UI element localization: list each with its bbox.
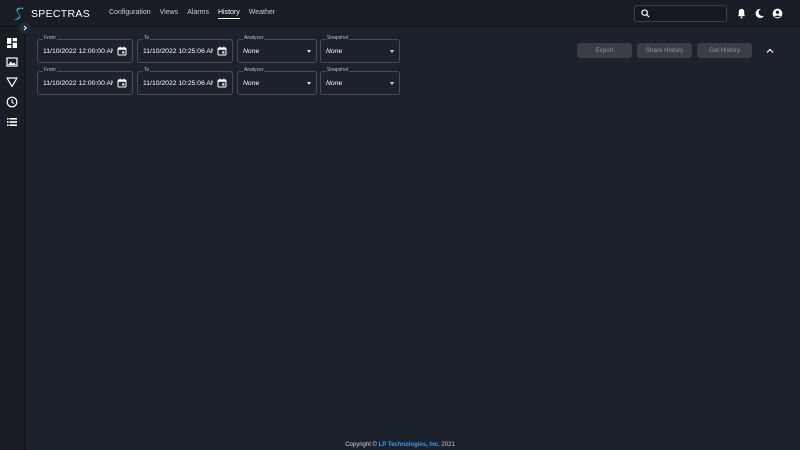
from-value: 11/10/2022 12:00:00 AM bbox=[43, 48, 113, 55]
to-date-field[interactable]: To 11/10/2022 10:25:06 AM bbox=[137, 67, 233, 95]
nav-alarms[interactable]: Alarms bbox=[187, 9, 209, 19]
chevron-right-icon bbox=[23, 25, 28, 31]
to-value: 11/10/2022 10:25:06 AM bbox=[143, 80, 213, 87]
brand-name: SPECTRAS bbox=[31, 7, 90, 20]
calendar-icon[interactable] bbox=[217, 46, 227, 56]
copyright-prefix: Copyright © bbox=[345, 442, 379, 448]
get-history-button[interactable]: Get History bbox=[697, 43, 752, 58]
snapshot-select[interactable]: Snapshot None bbox=[320, 35, 400, 63]
calendar-icon[interactable] bbox=[117, 46, 127, 56]
from-label: From bbox=[43, 35, 57, 41]
from-label: From bbox=[43, 67, 57, 73]
nav-history[interactable]: History bbox=[217, 9, 240, 19]
history-clock-icon[interactable] bbox=[6, 96, 18, 108]
snapshot-value: None bbox=[326, 80, 343, 87]
moon-icon[interactable] bbox=[754, 8, 765, 19]
from-value: 11/10/2022 12:00:00 AM bbox=[43, 80, 113, 87]
sidebar-expand-button[interactable] bbox=[19, 22, 31, 34]
export-button[interactable]: Export bbox=[577, 43, 632, 58]
snapshot-label: Snapshot bbox=[326, 67, 350, 73]
search-icon bbox=[641, 9, 650, 18]
analyzer-select[interactable]: Analyzer None bbox=[237, 35, 317, 63]
analyzer-label: Analyzer bbox=[243, 35, 265, 41]
to-label: To bbox=[143, 35, 151, 41]
dropdown-caret-icon bbox=[307, 82, 311, 85]
copyright-year: 2021 bbox=[439, 442, 455, 448]
top-bar: SPECTRAS Configuration Views Alarms Hist… bbox=[0, 0, 800, 27]
spectras-logo-icon bbox=[14, 7, 24, 20]
filter-icon[interactable] bbox=[6, 76, 18, 88]
logo[interactable]: SPECTRAS bbox=[11, 6, 90, 21]
chevron-up-icon[interactable] bbox=[766, 48, 774, 54]
analyzer-value: None bbox=[243, 80, 260, 87]
calendar-icon[interactable] bbox=[117, 78, 127, 88]
dropdown-caret-icon bbox=[390, 82, 394, 85]
calendar-icon[interactable] bbox=[217, 78, 227, 88]
nav-configuration[interactable]: Configuration bbox=[109, 9, 151, 19]
snapshot-value: None bbox=[326, 48, 343, 55]
snapshot-label: Snapshot bbox=[326, 35, 350, 41]
share-history-button[interactable]: Share History bbox=[637, 43, 692, 58]
dashboard-icon[interactable] bbox=[6, 37, 18, 49]
list-icon[interactable] bbox=[6, 116, 18, 128]
analyzer-label: Analyzer bbox=[243, 67, 265, 73]
to-value: 11/10/2022 10:25:06 AM bbox=[143, 48, 213, 55]
dropdown-caret-icon bbox=[390, 50, 394, 53]
account-icon[interactable] bbox=[772, 8, 783, 19]
analyzer-select[interactable]: Analyzer None bbox=[237, 67, 317, 95]
sidebar bbox=[0, 27, 25, 450]
analyzer-value: None bbox=[243, 48, 260, 55]
search-input[interactable] bbox=[634, 5, 727, 22]
from-date-field[interactable]: From 11/10/2022 12:00:00 AM bbox=[37, 67, 133, 95]
snapshot-select[interactable]: Snapshot None bbox=[320, 67, 400, 95]
from-date-field[interactable]: From 11/10/2022 12:00:00 AM bbox=[37, 35, 133, 63]
to-date-field[interactable]: To 11/10/2022 10:25:06 AM bbox=[137, 35, 233, 63]
to-label: To bbox=[143, 67, 151, 73]
nav-weather[interactable]: Weather bbox=[249, 9, 275, 19]
footer: Copyright © LP Technologies, Inc. 2021 bbox=[0, 442, 800, 448]
image-icon[interactable] bbox=[6, 56, 18, 68]
main-nav: Configuration Views Alarms History Weath… bbox=[109, 9, 284, 19]
company-link[interactable]: LP Technologies, Inc. bbox=[379, 442, 440, 448]
bell-icon[interactable] bbox=[736, 8, 747, 19]
dropdown-caret-icon bbox=[307, 50, 311, 53]
nav-views[interactable]: Views bbox=[160, 9, 179, 19]
